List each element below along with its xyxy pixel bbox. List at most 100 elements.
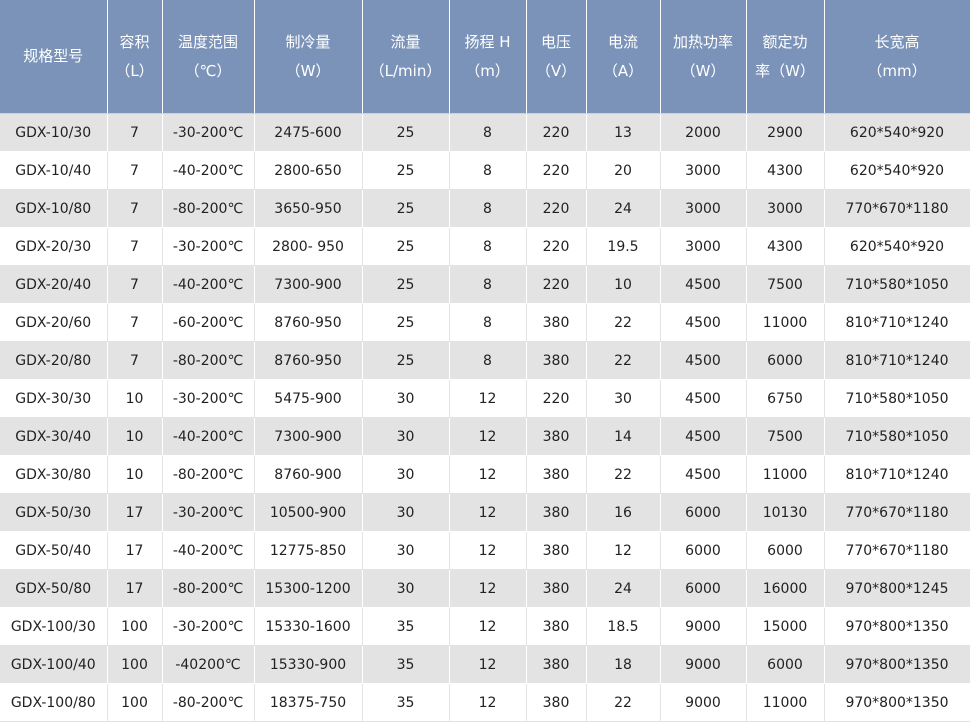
table-cell-heating-power: 4500	[660, 455, 747, 494]
table-cell-voltage: 380	[526, 303, 587, 342]
table-row: GDX-20/60 7 -60-200℃ 8760-950 25 8 380 22 4500 11…	[0, 303, 970, 342]
table-cell-current: 30	[586, 379, 661, 418]
table-cell-dimensions: 810*710*1240	[824, 455, 970, 494]
table-cell-head: 12	[449, 607, 527, 646]
table-cell-rated-power: 11000	[746, 303, 825, 342]
table-cell-heating-power: 9000	[660, 645, 747, 684]
table-cell-flow: 35	[362, 645, 450, 684]
table-cell-rated-power: 11000	[746, 455, 825, 494]
table-cell-flow: 25	[362, 341, 450, 380]
table-cell-dimensions: 770*670*1180	[824, 531, 970, 570]
table-cell-current: 18.5	[586, 607, 661, 646]
table-cell-model: GDX-50/40	[0, 531, 108, 570]
table-cell-heating-power: 3000	[660, 189, 747, 228]
table-cell-rated-power: 6000	[746, 341, 825, 380]
table-cell-temp-range: -40-200℃	[162, 531, 255, 570]
table-cell-rated-power: 2900	[746, 113, 825, 152]
table-cell-rated-power: 6750	[746, 379, 825, 418]
table-cell-model: GDX-20/30	[0, 227, 108, 266]
column-header-label: 规格型号	[23, 47, 84, 65]
table-cell-head: 12	[449, 645, 527, 684]
table-cell-model: GDX-100/30	[0, 607, 108, 646]
table-cell-current: 22	[586, 683, 661, 722]
table-cell-temp-range: -30-200℃	[162, 113, 255, 152]
table-cell-flow: 30	[362, 417, 450, 456]
column-header-unit: （m）	[465, 61, 510, 80]
table-cell-temp-range: -80-200℃	[162, 189, 255, 228]
table-cell-model: GDX-20/80	[0, 341, 108, 380]
column-header-model: 规格型号	[0, 0, 108, 114]
table-cell-voltage: 380	[526, 341, 587, 380]
table-cell-current: 19.5	[586, 227, 661, 266]
table-cell-dimensions: 620*540*920	[824, 151, 970, 190]
column-header-heating-power: 加热功率 （W）	[660, 0, 747, 114]
table-cell-volume: 7	[107, 113, 163, 152]
table-cell-rated-power: 4300	[746, 151, 825, 190]
column-header-label: 温度范围	[177, 32, 238, 51]
table-row: GDX-100/80 100 -80-200℃ 18375-750 35 12 380 22 9…	[0, 683, 970, 722]
table-cell-current: 24	[586, 189, 661, 228]
column-header-label: 容积	[119, 32, 150, 51]
column-header-unit: 率（W）	[755, 61, 815, 80]
table-cell-voltage: 220	[526, 379, 587, 418]
table-cell-current: 22	[586, 455, 661, 494]
table-cell-volume: 10	[107, 417, 163, 456]
table-cell-current: 18	[586, 645, 661, 684]
table-cell-dimensions: 970*800*1350	[824, 645, 970, 684]
table-cell-dimensions: 770*670*1180	[824, 493, 970, 532]
table-cell-dimensions: 970*800*1245	[824, 569, 970, 608]
table-cell-model: GDX-10/80	[0, 189, 108, 228]
table-row: GDX-30/40 10 -40-200℃ 7300-900 30 12 380 14 4500…	[0, 417, 970, 456]
table-cell-model: GDX-100/80	[0, 683, 108, 722]
table-cell-dimensions: 810*710*1240	[824, 341, 970, 380]
table-row: GDX-20/80 7 -80-200℃ 8760-950 25 8 380 22 4500 60…	[0, 341, 970, 380]
table-cell-temp-range: -40200℃	[162, 645, 255, 684]
table-cell-dimensions: 620*540*920	[824, 227, 970, 266]
table-cell-flow: 30	[362, 531, 450, 570]
table-cell-current: 24	[586, 569, 661, 608]
column-header-unit: （L）	[115, 61, 154, 80]
table-cell-voltage: 220	[526, 227, 587, 266]
table-cell-heating-power: 4500	[660, 379, 747, 418]
table-cell-cooling-capacity: 8760-950	[254, 341, 363, 380]
table-cell-volume: 7	[107, 303, 163, 342]
table-cell-volume: 100	[107, 683, 163, 722]
table-cell-cooling-capacity: 10500-900	[254, 493, 363, 532]
table-cell-flow: 35	[362, 683, 450, 722]
table-cell-model: GDX-10/40	[0, 151, 108, 190]
table-body: GDX-10/30 7 -30-200℃ 2475-600 25 8 220 13 2000 29…	[0, 113, 970, 722]
table-cell-heating-power: 4500	[660, 265, 747, 304]
column-header-label: 流量	[390, 32, 421, 51]
column-header-volume: 容积 （L）	[107, 0, 163, 114]
table-cell-dimensions: 970*800*1350	[824, 683, 970, 722]
table-cell-temp-range: -80-200℃	[162, 341, 255, 380]
table-cell-temp-range: -80-200℃	[162, 683, 255, 722]
table-cell-head: 8	[449, 303, 527, 342]
table-cell-head: 8	[449, 151, 527, 190]
table-row: GDX-20/30 7 -30-200℃ 2800- 950 25 8 220 19.5 300…	[0, 227, 970, 266]
table-cell-volume: 10	[107, 379, 163, 418]
table-cell-rated-power: 11000	[746, 683, 825, 722]
table-cell-voltage: 380	[526, 417, 587, 456]
table-cell-temp-range: -30-200℃	[162, 227, 255, 266]
table-cell-voltage: 220	[526, 113, 587, 152]
table-cell-rated-power: 3000	[746, 189, 825, 228]
table-cell-temp-range: -30-200℃	[162, 379, 255, 418]
table-cell-flow: 25	[362, 265, 450, 304]
table-cell-rated-power: 16000	[746, 569, 825, 608]
table-cell-current: 12	[586, 531, 661, 570]
table-cell-current: 10	[586, 265, 661, 304]
table-cell-volume: 7	[107, 151, 163, 190]
table-cell-model: GDX-50/30	[0, 493, 108, 532]
table-cell-model: GDX-100/40	[0, 645, 108, 684]
table-cell-temp-range: -60-200℃	[162, 303, 255, 342]
table-cell-heating-power: 6000	[660, 569, 747, 608]
table-cell-flow: 25	[362, 113, 450, 152]
table-cell-head: 8	[449, 189, 527, 228]
column-header-unit: （A）	[602, 61, 644, 80]
table-cell-cooling-capacity: 2800- 950	[254, 227, 363, 266]
table-cell-head: 8	[449, 341, 527, 380]
table-cell-rated-power: 6000	[746, 531, 825, 570]
table-cell-cooling-capacity: 7300-900	[254, 265, 363, 304]
table-cell-cooling-capacity: 7300-900	[254, 417, 363, 456]
